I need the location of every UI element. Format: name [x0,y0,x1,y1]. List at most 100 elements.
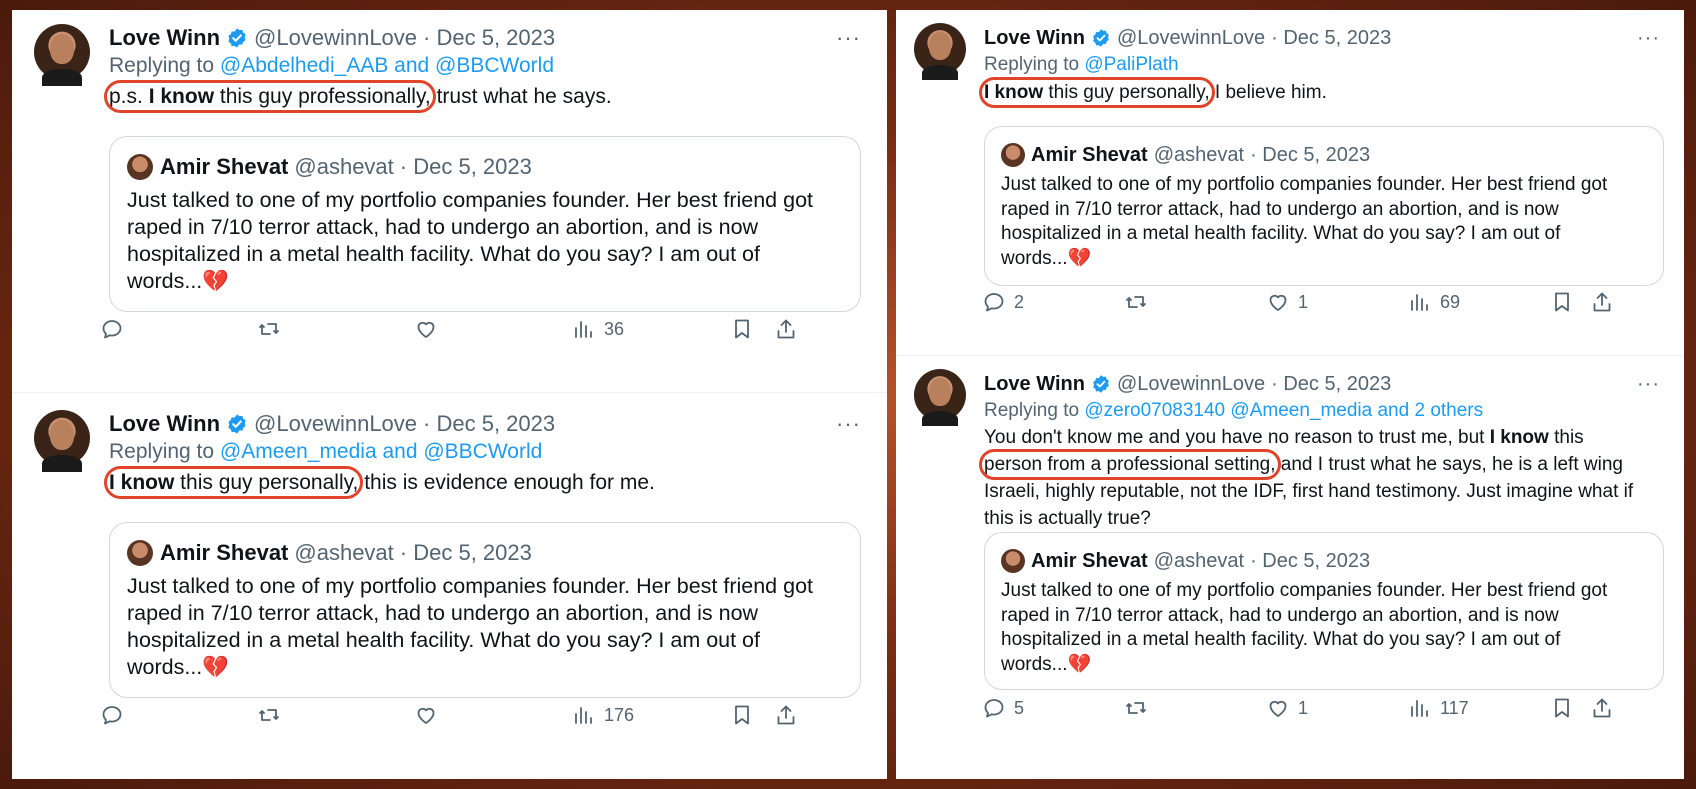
share-icon [774,317,798,341]
more-options-icon[interactable]: ··· [836,27,861,49]
share-button[interactable] [774,317,798,341]
bold-text: I know [984,82,1044,103]
like-button[interactable]: 1 [1266,696,1308,720]
quoted-tweet[interactable]: Amir Shevat @ashevat · Dec 5, 2023 Just … [984,126,1664,286]
like-button[interactable] [414,703,446,727]
share-button[interactable] [1590,696,1614,720]
action-bar: 176 [100,703,887,733]
broken-heart-emoji: 💔 [202,655,230,679]
action-bar: 36 [100,317,887,347]
views-button[interactable]: 36 [572,317,624,341]
avatar[interactable] [914,23,966,81]
share-icon [774,703,798,727]
tweet-header: Love Winn @LovewinnLove · Dec 5, 2023 [109,410,555,438]
like-count: 1 [1298,291,1309,312]
bookmark-button[interactable] [730,317,754,341]
text-segment: this [1548,427,1584,448]
like-icon [1266,696,1290,720]
like-button[interactable]: 1 [1266,290,1308,314]
tweet-header: Love Winn @LovewinnLove · Dec 5, 2023 [984,24,1391,52]
replying-to-link[interactable]: @Ameen_media and @BBCWorld [220,440,542,463]
views-icon [1408,696,1432,720]
author-name[interactable]: Love Winn [109,410,220,438]
tweet-date[interactable]: · Dec 5, 2023 [423,24,555,52]
author-handle[interactable]: @LovewinnLove [254,24,417,52]
replying-to-link[interactable]: @PaliPlath [1084,54,1178,75]
view-count: 117 [1440,697,1469,718]
view-count: 176 [604,704,635,725]
avatar[interactable] [914,369,966,427]
tweet-4[interactable]: Love Winn @LovewinnLove · Dec 5, 2023 ··… [896,356,1684,779]
action-bar: 5 1 117 [982,696,1684,726]
repost-icon [257,703,281,727]
quoted-tweet[interactable]: Amir Shevat @ashevat · Dec 5, 2023 Just … [109,136,861,312]
tweet-date[interactable]: · Dec 5, 2023 [1271,24,1391,52]
bookmark-icon [1550,290,1574,314]
more-options-icon[interactable]: ··· [836,413,861,435]
like-icon [414,703,438,727]
author-name[interactable]: Love Winn [984,24,1085,52]
share-button[interactable] [774,703,798,727]
quoted-avatar [1001,143,1025,167]
repost-button[interactable] [257,317,289,341]
repost-button[interactable] [257,703,289,727]
reply-button[interactable] [100,317,132,341]
views-button[interactable]: 69 [1408,290,1460,314]
share-icon [1590,290,1614,314]
bookmark-button[interactable] [1550,290,1574,314]
views-icon [1408,290,1432,314]
more-options-icon[interactable]: ··· [1637,374,1660,394]
bold-text: I know [148,85,215,108]
text-segment: trust what he says. [430,85,612,108]
reply-button[interactable]: 2 [982,290,1024,314]
repost-button[interactable] [1124,290,1156,314]
tweet-text: You don't know me and you have no reason… [979,424,1654,532]
author-handle[interactable]: @LovewinnLove [254,410,417,438]
like-button[interactable] [414,317,446,341]
quoted-text-body: Just talked to one of my portfolio compa… [127,574,813,679]
replying-to-link[interactable]: @zero07083140 @Ameen_media and 2 others [1084,400,1483,421]
replying-prefix: Replying to [984,54,1080,75]
quoted-header: Amir Shevat @ashevat · Dec 5, 2023 [160,153,532,181]
views-button[interactable]: 176 [572,703,634,727]
author-handle[interactable]: @LovewinnLove [1117,24,1265,52]
repost-button[interactable] [1124,696,1156,720]
tweet-date[interactable]: · Dec 5, 2023 [1271,370,1391,398]
author-handle[interactable]: @LovewinnLove [1117,370,1265,398]
text-segment: this is evidence enough for me. [358,471,655,494]
reply-button[interactable] [100,703,132,727]
text-segment: this guy personally, [1043,82,1210,103]
bookmark-button[interactable] [730,703,754,727]
tweet-date[interactable]: · Dec 5, 2023 [423,410,555,438]
quoted-handle: @ashevat [294,154,394,179]
tweet-3[interactable]: Love Winn @LovewinnLove · Dec 5, 2023 ··… [896,10,1684,356]
author-name[interactable]: Love Winn [109,24,220,52]
bookmark-icon [730,703,754,727]
author-name[interactable]: Love Winn [984,370,1085,398]
quoted-text: Just talked to one of my portfolio compa… [127,187,827,295]
avatar[interactable] [34,24,90,86]
quoted-tweet[interactable]: Amir Shevat @ashevat · Dec 5, 2023 Just … [109,522,861,698]
quoted-header: Amir Shevat @ashevat · Dec 5, 2023 [1031,141,1370,169]
quoted-text-body: Just talked to one of my portfolio compa… [1001,580,1608,675]
tweet-2[interactable]: Love Winn @LovewinnLove · Dec 5, 2023 ··… [12,396,887,779]
replying-to-link[interactable]: @Abdelhedi_AAB and @BBCWorld [220,54,554,77]
reply-count: 2 [1014,291,1025,312]
share-button[interactable] [1590,290,1614,314]
views-button[interactable]: 117 [1408,696,1469,720]
repost-icon [1124,696,1148,720]
tweet-header: Love Winn @LovewinnLove · Dec 5, 2023 [109,24,555,52]
verified-badge-icon [226,413,248,435]
quoted-date: · Dec 5, 2023 [1250,144,1371,166]
tweet-text: p.s. I know this guy professionally, tru… [104,80,612,113]
tweet-text: I know this guy personally, this is evid… [103,466,655,499]
tweet-1[interactable]: Love Winn @LovewinnLove · Dec 5, 2023 ··… [12,10,887,396]
bookmark-button[interactable] [1550,696,1574,720]
avatar[interactable] [34,410,90,472]
reply-button[interactable]: 5 [982,696,1024,720]
more-options-icon[interactable]: ··· [1637,28,1660,48]
highlight-circle: p.s. I know this guy professionally, [104,80,436,113]
reply-icon [100,703,124,727]
views-icon [572,317,596,341]
quoted-tweet[interactable]: Amir Shevat @ashevat · Dec 5, 2023 Just … [984,532,1664,690]
